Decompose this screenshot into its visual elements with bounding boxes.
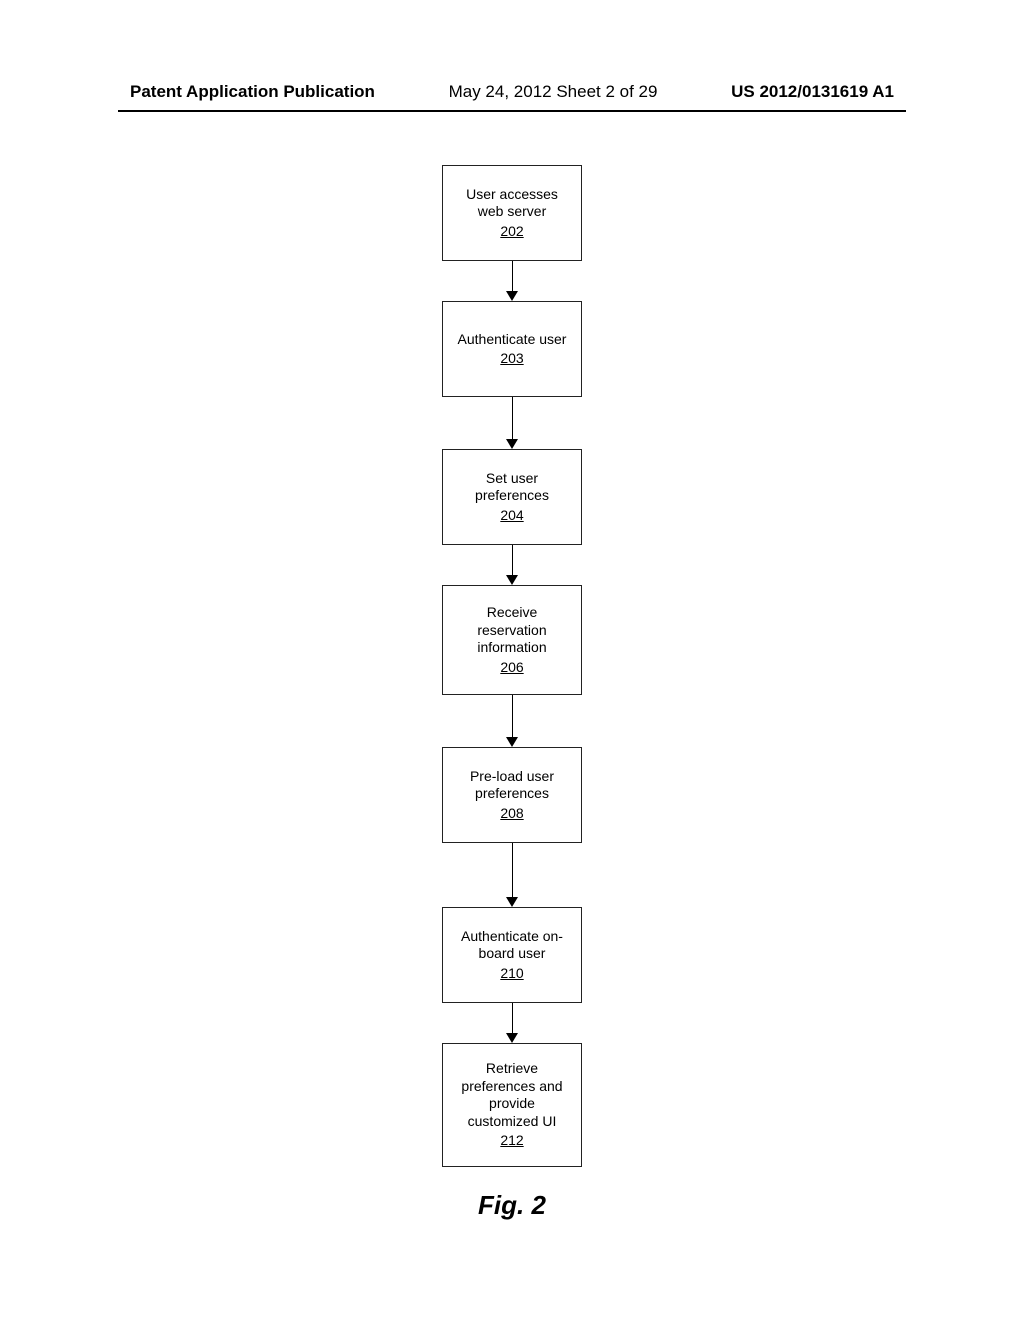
arrow-stem <box>512 261 513 291</box>
flowchart: User accessesweb server 202 Authenticate u… <box>0 165 1024 1167</box>
flow-step-ref: 203 <box>500 350 523 368</box>
flow-step-ref: 206 <box>500 659 523 677</box>
flow-step-text: customized UI <box>468 1113 557 1131</box>
page: Patent Application Publication May 24, 2… <box>0 0 1024 1320</box>
flow-step-ref: 212 <box>500 1132 523 1150</box>
flow-step-text: board user <box>479 945 546 963</box>
header-publication: Patent Application Publication <box>130 82 375 102</box>
page-header: Patent Application Publication May 24, 2… <box>0 82 1024 112</box>
arrow-down-icon <box>506 843 518 907</box>
flow-step-text: Pre-load user <box>470 768 554 786</box>
header-pub-number: US 2012/0131619 A1 <box>731 82 894 102</box>
flow-step-text: reservation <box>477 622 546 640</box>
arrow-head-icon <box>506 575 518 585</box>
flow-step-text: provide <box>489 1095 535 1113</box>
flow-step-ref: 204 <box>500 507 523 525</box>
flow-step-text: Retrieve <box>486 1060 538 1078</box>
arrow-head-icon <box>506 897 518 907</box>
arrow-down-icon <box>506 545 518 585</box>
arrow-stem <box>512 545 513 575</box>
arrow-down-icon <box>506 397 518 449</box>
flow-step-text: Set user <box>486 470 538 488</box>
arrow-head-icon <box>506 737 518 747</box>
arrow-head-icon <box>506 1033 518 1043</box>
flow-step-text: preferences <box>475 785 549 803</box>
flow-step-ref: 202 <box>500 223 523 241</box>
flow-step-208: Pre-load userpreferences 208 <box>442 747 582 843</box>
arrow-stem <box>512 1003 513 1033</box>
figure-label: Fig. 2 <box>0 1190 1024 1221</box>
flow-step-text: preferences and <box>461 1078 562 1096</box>
arrow-head-icon <box>506 291 518 301</box>
arrow-head-icon <box>506 439 518 449</box>
arrow-down-icon <box>506 695 518 747</box>
arrow-stem <box>512 695 513 737</box>
flow-step-206: Receivereservationinformation 206 <box>442 585 582 695</box>
flow-step-text: Authenticate on- <box>461 928 563 946</box>
header-rule <box>118 110 906 112</box>
flow-step-text: Authenticate user <box>458 331 567 349</box>
flow-step-202: User accessesweb server 202 <box>442 165 582 261</box>
arrow-down-icon <box>506 1003 518 1043</box>
flow-step-212: Retrievepreferences andprovidecustomized… <box>442 1043 582 1167</box>
header-date-sheet: May 24, 2012 Sheet 2 of 29 <box>449 82 658 102</box>
flow-step-ref: 210 <box>500 965 523 983</box>
flow-step-ref: 208 <box>500 805 523 823</box>
flow-step-204: Set userpreferences 204 <box>442 449 582 545</box>
flow-step-text: web server <box>478 203 546 221</box>
flow-step-210: Authenticate on-board user 210 <box>442 907 582 1003</box>
flow-step-text: information <box>477 639 546 657</box>
flow-step-text: User accesses <box>466 186 558 204</box>
flow-step-text: Receive <box>487 604 538 622</box>
flow-step-text: preferences <box>475 487 549 505</box>
arrow-stem <box>512 843 513 897</box>
flow-step-203: Authenticate user203 <box>442 301 582 397</box>
header-row: Patent Application Publication May 24, 2… <box>0 82 1024 108</box>
arrow-stem <box>512 397 513 439</box>
arrow-down-icon <box>506 261 518 301</box>
